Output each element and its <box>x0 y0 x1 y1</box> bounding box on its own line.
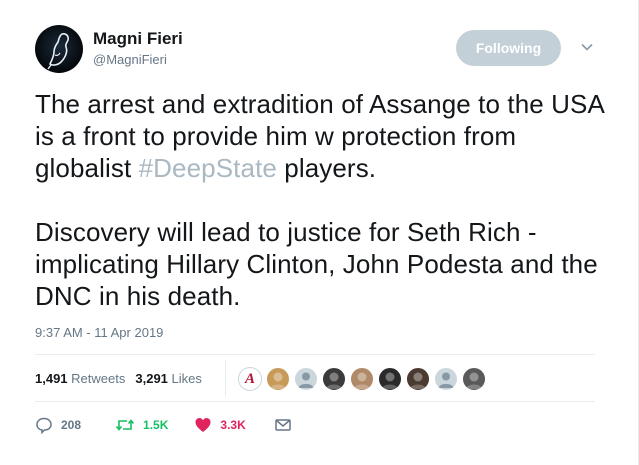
reply-count: 208 <box>61 418 82 432</box>
group-avatar[interactable] <box>378 367 402 391</box>
direct-message-action[interactable] <box>274 416 292 434</box>
default-egg-avatar[interactable] <box>434 367 458 391</box>
retweet-action[interactable]: 1.5K <box>115 416 168 434</box>
tweet-actions: 208 1.5K 3.3K <box>35 416 292 434</box>
retweets-count: 1,491 <box>35 371 68 386</box>
retweets-label: Retweets <box>71 371 126 386</box>
heart-icon <box>195 418 211 432</box>
retweet-icon <box>115 419 135 431</box>
liker-avatars: A <box>238 367 490 391</box>
user-handle[interactable]: @MagniFieri <box>93 52 167 67</box>
tweet-card: Magni Fieri @MagniFieri Following The ar… <box>0 0 639 465</box>
engagement-stats: 1,491 Retweets 3,291 Likes <box>35 371 202 386</box>
chevron-down-icon[interactable] <box>580 40 594 54</box>
reply-icon <box>36 417 52 434</box>
person-avatar[interactable] <box>322 367 346 391</box>
user-full-name[interactable]: Magni Fieri <box>93 29 183 49</box>
divider <box>35 354 595 355</box>
reply-action[interactable]: 208 <box>35 416 81 434</box>
likes-count: 3,291 <box>135 371 168 386</box>
like-action[interactable]: 3.3K <box>194 416 246 434</box>
tweet-paragraph-1: The arrest and extradition of Assange to… <box>35 88 615 184</box>
default-egg-avatar[interactable] <box>294 367 318 391</box>
tweet-text: The arrest and extradition of Assange to… <box>35 88 615 312</box>
retweets-stat[interactable]: 1,491 Retweets <box>35 371 125 386</box>
person-avatar[interactable] <box>350 367 374 391</box>
hashtag-link[interactable]: #DeepState <box>139 153 277 183</box>
tweet-timestamp[interactable]: 9:37 AM - 11 Apr 2019 <box>35 325 163 340</box>
likes-stat[interactable]: 3,291 Likes <box>135 371 202 386</box>
divider <box>35 401 595 402</box>
retweet-count: 1.5K <box>143 418 169 432</box>
a-logo-avatar[interactable]: A <box>238 367 262 391</box>
likes-label: Likes <box>171 371 202 386</box>
person-avatar[interactable] <box>266 367 290 391</box>
person-avatar[interactable] <box>406 367 430 391</box>
following-button[interactable]: Following <box>456 30 561 66</box>
envelope-icon <box>275 419 291 431</box>
avatar-silhouette-icon <box>47 33 69 70</box>
user-avatar[interactable] <box>35 25 83 73</box>
tweet-paragraph-2: Discovery will lead to justice for Seth … <box>35 217 598 311</box>
stats-separator <box>225 360 226 396</box>
person-avatar[interactable] <box>462 367 486 391</box>
tweet-text-part: players. <box>276 153 377 183</box>
like-count: 3.3K <box>220 418 246 432</box>
